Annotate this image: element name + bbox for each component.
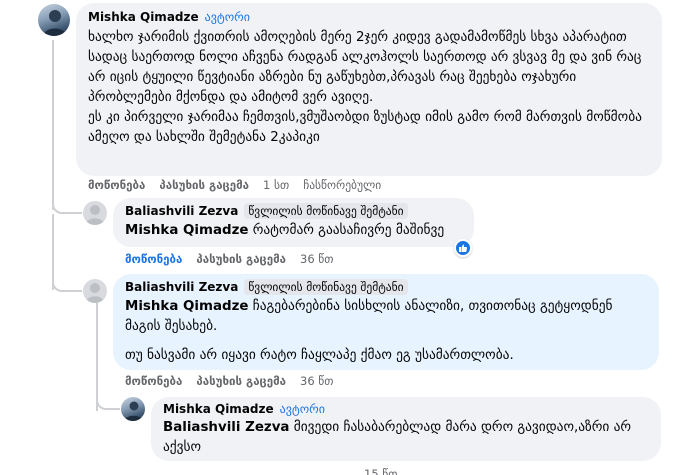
like-button[interactable]: მოწონება (125, 252, 182, 266)
comment-body: რატომარ გაასაჩივრე მაშინვე (248, 223, 445, 238)
comment-text: Baliashvili Zezva მივედი ჩასაბარებლად მა… (163, 418, 649, 458)
comment-author[interactable]: Baliashvili Zezva (125, 204, 238, 218)
avatar-photo-icon (43, 10, 67, 36)
comment-text: Mishka Qimadze რატომარ გაასაჩივრე მაშინვ… (125, 221, 462, 241)
edited-label: ჩასწორებული (303, 178, 382, 192)
avatar[interactable] (83, 279, 107, 303)
avatar[interactable] (38, 4, 70, 36)
like-button[interactable]: მოწონება (125, 374, 182, 388)
contributor-badge: წვლილის მოწინავე შემტანი (244, 203, 408, 219)
reply-button[interactable]: პასუხის გაცემა (196, 374, 286, 388)
comment-bubble: Baliashvili Zezva წვლილის მოწინავე შემტა… (113, 198, 474, 247)
person-silhouette-icon (85, 283, 105, 303)
thread-line (52, 40, 54, 210)
like-reaction[interactable] (454, 239, 472, 257)
comment-author[interactable]: Mishka Qimadze (163, 402, 274, 416)
comment-actions: მოწონება პასუხის გაცემა 1 სთ ჩასწორებული (88, 178, 381, 192)
comment-author[interactable]: Mishka Qimadze (88, 10, 199, 24)
comment-bubble: Baliashvili Zezva წვლილის მოწინავე შემტა… (113, 274, 659, 370)
comment-author[interactable]: Baliashvili Zezva (125, 280, 238, 294)
comment-text: ხალხო ჯარიმის ქვითრის ამოღების მერე 2ჯერ… (88, 30, 642, 145)
reply-button[interactable]: პასუხის გაცემა (159, 178, 249, 192)
avatar[interactable] (83, 201, 107, 225)
comment-timestamp[interactable]: 36 წთ (300, 374, 333, 388)
comment-timestamp[interactable]: 1 სთ (263, 178, 289, 192)
comment-bubble: Mishka Qimadze ავტორი ხალხო ჯარიმის ქვით… (76, 3, 662, 176)
mention-link[interactable]: Baliashvili Zezva (163, 420, 289, 435)
mention-link[interactable]: Mishka Qimadze (125, 223, 248, 238)
thumbs-up-icon (459, 244, 468, 252)
person-silhouette-icon (85, 205, 105, 225)
thread-elbow (52, 266, 82, 292)
thread-elbow (52, 188, 82, 214)
author-badge: ავტორი (204, 10, 250, 24)
comment-timestamp[interactable]: 15 წთ (364, 467, 397, 475)
avatar[interactable] (121, 397, 145, 421)
author-badge: ავტორი (279, 402, 325, 416)
comment-actions: მოწონება პასუხის გაცემა 36 წთ (125, 374, 333, 388)
thread-elbow (96, 384, 120, 410)
contributor-badge: წვლილის მოწინავე შემტანი (244, 279, 408, 295)
like-button[interactable]: მოწონება (88, 178, 145, 192)
comment-text-paragraph: თუ ნასვამი არ იყავი რატო ჩაყლაპე ქმაო ეგ… (125, 348, 514, 363)
comment-text: Mishka Qimadze ჩაგებარებინა სისხლის ანალ… (125, 297, 647, 337)
mention-link[interactable]: Mishka Qimadze (125, 299, 248, 314)
comment-actions: 15 წთ (364, 467, 397, 475)
reply-button[interactable]: პასუხის გაცემა (196, 252, 286, 266)
comment-bubble: Mishka Qimadze ავტორი Baliashvili Zezva … (151, 397, 661, 461)
comment-actions: მოწონება პასუხის გაცემა 36 წთ (125, 252, 333, 266)
comment-timestamp[interactable]: 36 წთ (300, 252, 333, 266)
avatar-photo-icon (124, 401, 143, 421)
